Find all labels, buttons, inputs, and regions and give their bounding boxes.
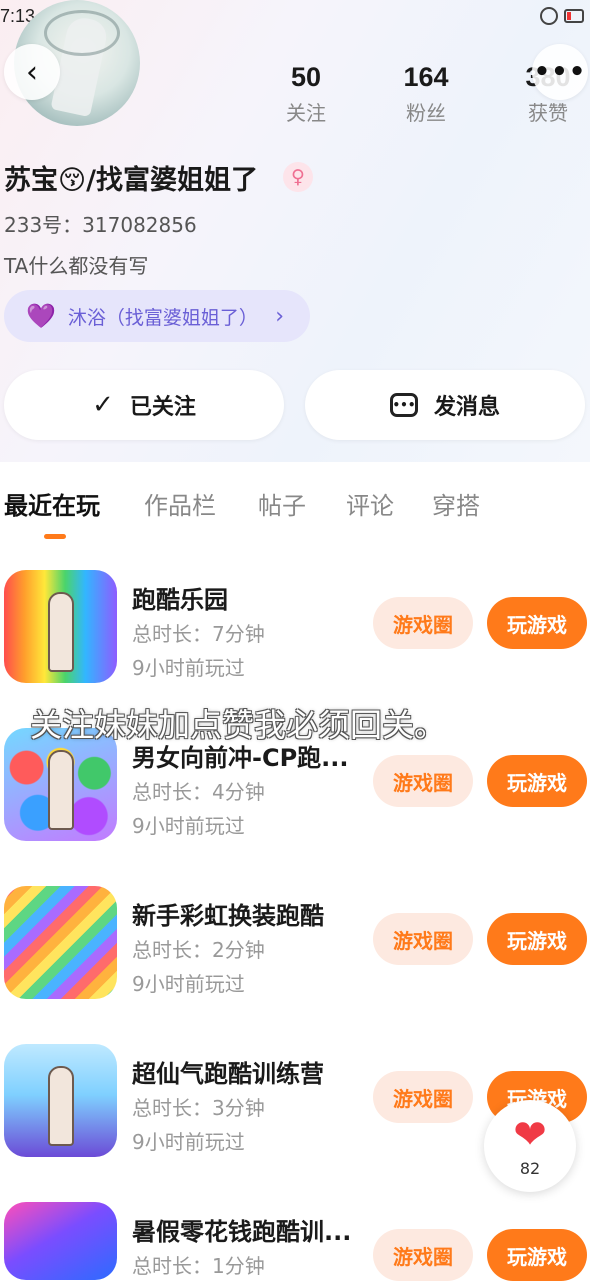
game-duration: 总时长：7分钟 [132,622,265,646]
game-duration: 总时长：3分钟 [132,1096,265,1120]
guild-link[interactable]: 💜 沐浴（找富婆姐姐了） › [4,290,310,342]
heart-icon: ❤ [513,1111,547,1158]
message-label: 发消息 [433,395,500,420]
game-icon[interactable] [4,1044,117,1157]
message-button[interactable]: ••• 发消息 [305,370,585,440]
game-title: 超仙气跑酷训练营 [132,1060,324,1088]
follow-button[interactable]: ✓ 已关注 [4,370,284,440]
heart-icon: 💜 [26,302,56,330]
following-count: 50 [290,62,322,92]
play-game-button[interactable]: 玩游戏 [487,913,587,965]
game-last-played: 9小时前玩过 [132,656,245,680]
game-title: 跑酷乐园 [132,586,228,614]
game-title: 新手彩虹换装跑酷 [132,902,324,930]
play-game-button[interactable]: 玩游戏 [487,1229,587,1281]
checkmark-icon: ✓ [92,390,114,420]
game-circle-button[interactable]: 游戏圈 [373,913,473,965]
tab-outfits[interactable]: 穿搭 [432,486,480,521]
lock-rotation-icon [540,7,558,25]
play-game-button[interactable]: 玩游戏 [487,755,587,807]
username: 苏宝😚/找富婆姐姐了 [4,165,259,196]
user-id: 233号：317082856 [4,213,197,237]
stat-following[interactable]: 50 关注 [266,62,346,126]
game-list-item[interactable]: 新手彩虹换装跑酷 总时长：2分钟 9小时前玩过 游戏圈 玩游戏 [0,856,590,1015]
video-caption-overlay: 关注妹妹加点赞我必须回关。 [30,706,447,744]
guild-label: 沐浴（找富婆姐姐了） [67,306,258,329]
tab-bar: 最近在玩 作品栏 帖子 评论 穿搭 [0,462,590,541]
game-duration: 总时长：4分钟 [132,780,265,804]
tab-works[interactable]: 作品栏 [144,486,216,521]
game-last-played: 9小时前玩过 [132,972,245,996]
game-list-item[interactable]: 暑假零花钱跑酷训... 总时长：1分钟 游戏圈 玩游戏 [0,1172,590,1281]
profile-header: 7:13 ‹ 50 关注 164 粉丝 380 获赞 ••• 苏宝😚/找富婆姐姐… [0,0,590,462]
stat-followers[interactable]: 164 粉丝 [386,62,466,126]
play-game-button[interactable]: 玩游戏 [487,597,587,649]
more-options-button[interactable]: ••• [532,44,588,100]
bio: TA什么都没有写 [4,254,149,278]
tab-posts[interactable]: 帖子 [258,486,306,521]
game-icon[interactable] [4,886,117,999]
followers-count: 164 [403,62,449,92]
back-button[interactable]: ‹ [4,44,60,100]
game-circle-button[interactable]: 游戏圈 [373,1229,473,1281]
female-gender-icon: ♀ [283,162,313,192]
like-button[interactable]: ❤ 82 [484,1100,576,1192]
game-circle-button[interactable]: 游戏圈 [373,755,473,807]
game-circle-button[interactable]: 游戏圈 [373,1071,473,1123]
following-label: 关注 [286,101,326,125]
follow-label: 已关注 [129,395,196,420]
followers-label: 粉丝 [406,101,446,125]
tab-recently-played[interactable]: 最近在玩 [4,486,100,521]
game-duration: 总时长：2分钟 [132,938,265,962]
game-icon[interactable] [4,570,117,683]
battery-icon [564,9,584,23]
status-icons [540,7,584,25]
game-list-item[interactable]: 跑酷乐园 总时长：7分钟 9小时前玩过 游戏圈 玩游戏 [0,540,590,699]
game-circle-button[interactable]: 游戏圈 [373,597,473,649]
tab-indicator [44,534,66,539]
likes-label: 获赞 [528,101,568,125]
like-count: 82 [519,1158,541,1178]
game-last-played: 9小时前玩过 [132,814,245,838]
tab-comments[interactable]: 评论 [346,486,394,521]
game-last-played: 9小时前玩过 [132,1130,245,1154]
game-title: 暑假零花钱跑酷训... [132,1218,352,1246]
more-dots-icon: ••• [533,57,587,87]
chevron-left-icon: ‹ [26,54,38,90]
game-icon[interactable] [4,1202,117,1280]
chat-bubble-icon: ••• [389,393,418,417]
game-duration: 总时长：1分钟 [132,1254,265,1278]
chevron-right-icon: › [275,303,284,329]
